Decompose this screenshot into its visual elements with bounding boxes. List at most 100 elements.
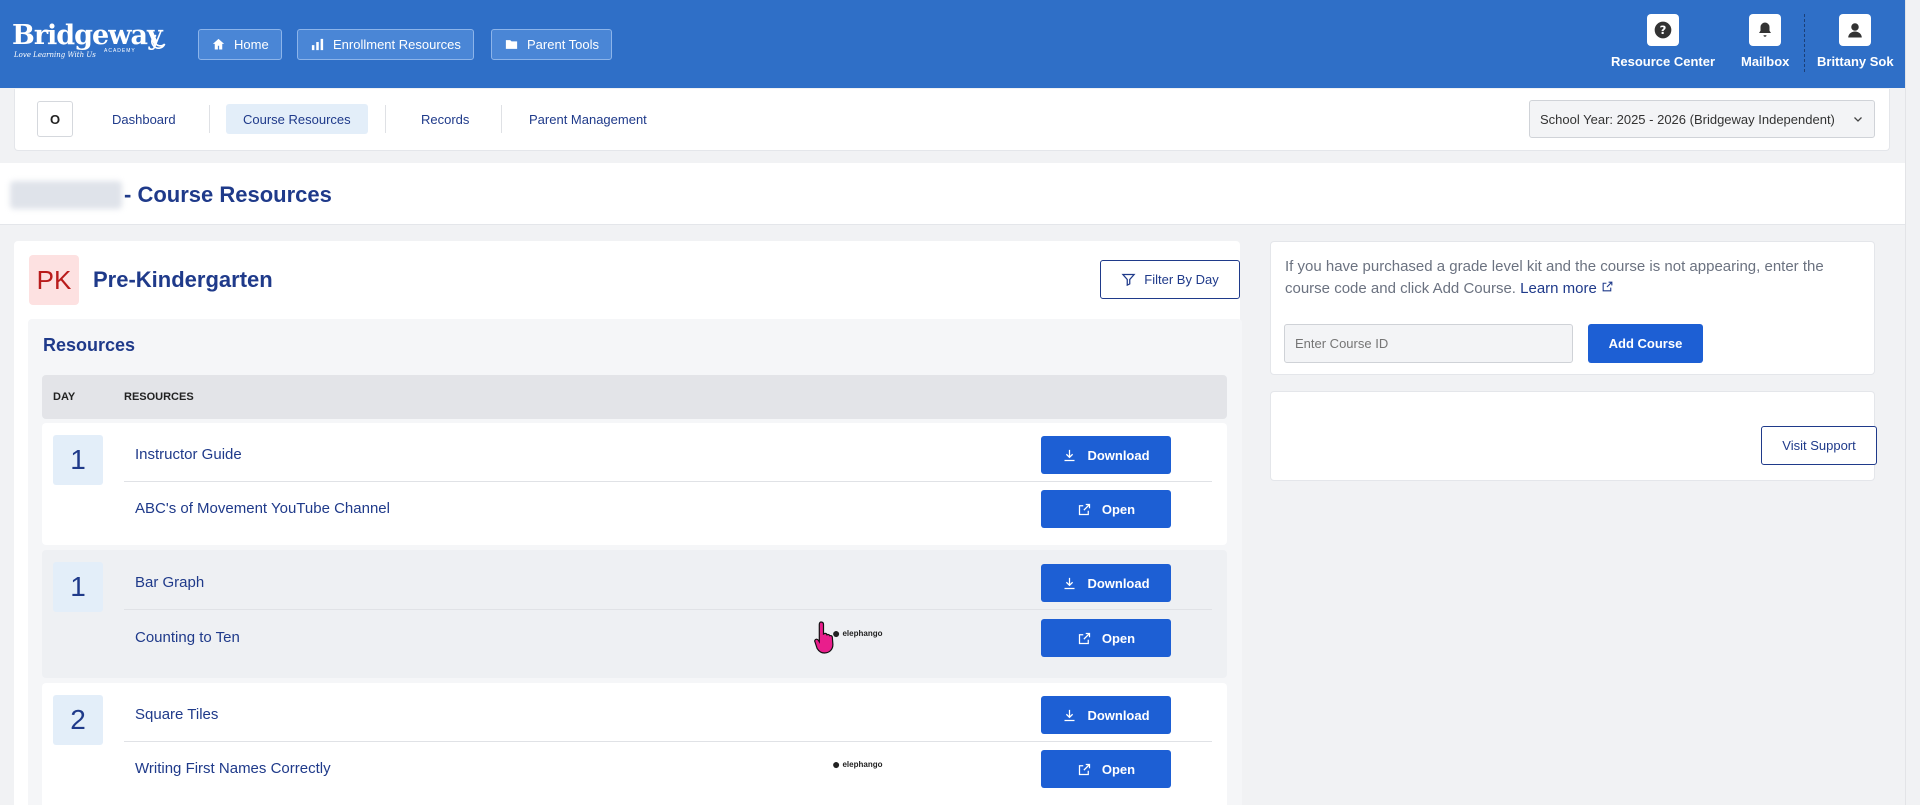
filter-by-day-button[interactable]: Filter By Day [1100, 260, 1240, 299]
elephango-logo: ● elephango [832, 756, 882, 772]
user-name: Brittany Sok [1817, 54, 1894, 69]
open-button[interactable]: Open [1041, 750, 1171, 788]
sub-navigation: O Dashboard Course Resources Records Par… [14, 89, 1890, 151]
student-initial-button[interactable]: O [37, 101, 73, 137]
download-icon [1064, 577, 1075, 589]
svg-text:?: ? [1660, 23, 1667, 37]
open-button[interactable]: Open [1041, 619, 1171, 657]
tab-divider [209, 105, 210, 133]
add-course-info: If you have purchased a grade level kit … [1285, 256, 1865, 300]
elephango-logo: ● elephango [832, 625, 882, 641]
tab-dashboard[interactable]: Dashboard [95, 104, 193, 134]
tab-divider [501, 105, 502, 133]
day-number: 1 [53, 435, 103, 485]
external-link-icon [1602, 281, 1613, 292]
download-icon [1064, 709, 1075, 721]
download-button[interactable]: Download [1041, 564, 1171, 602]
user-profile-button[interactable]: Brittany Sok [1817, 14, 1894, 69]
tab-divider [385, 105, 386, 133]
add-course-button[interactable]: Add Course [1588, 324, 1703, 363]
mailbox-button[interactable]: Mailbox [1741, 14, 1789, 69]
nav-enrollment-resources-button[interactable]: Enrollment Resources [297, 29, 474, 60]
course-id-input[interactable] [1284, 324, 1573, 363]
visit-support-button[interactable]: Visit Support [1761, 426, 1877, 465]
resource-row: Instructor Guide Download [124, 428, 1212, 482]
school-year-value: School Year: 2025 - 2026 (Bridgeway Inde… [1540, 111, 1835, 127]
hand-cursor-icon [814, 621, 834, 654]
resources-panel: Resources DAY RESOURCES 1 Instructor Gui… [28, 319, 1242, 805]
table-header: DAY RESOURCES [42, 375, 1227, 419]
filter-icon [1121, 273, 1136, 287]
external-link-icon [1078, 763, 1090, 775]
mailbox-label: Mailbox [1741, 54, 1790, 69]
nav-home-label: Home [234, 37, 269, 52]
tab-course-resources[interactable]: Course Resources [226, 104, 368, 134]
column-day: DAY [53, 391, 76, 403]
course-card: PK Pre-Kindergarten Filter By Day Resour… [14, 241, 1242, 805]
logo-text: Bridgeway [12, 20, 163, 51]
partner-logo-text: elephango [842, 628, 883, 638]
support-card: Visit Support [1270, 391, 1877, 481]
scrollbar[interactable] [1905, 0, 1920, 805]
learn-more-link[interactable]: Learn more [1520, 280, 1614, 297]
download-button[interactable]: Download [1041, 696, 1171, 734]
logo-tagline: Love Learning With Us [14, 51, 96, 59]
elephant-icon: ● [832, 756, 841, 772]
resource-row: ABC's of Movement YouTube Channel Open [124, 482, 1212, 536]
moon-icon[interactable] [148, 32, 168, 52]
resource-center-button[interactable]: ? Resource Center [1611, 14, 1715, 69]
add-course-card: If you have purchased a grade level kit … [1270, 241, 1875, 375]
bell-icon [1759, 22, 1772, 37]
nav-parent-tools-button[interactable]: Parent Tools [491, 29, 613, 60]
help-icon: ? [1654, 21, 1672, 39]
resource-row: Counting to Ten ● elephango Open [124, 611, 1212, 665]
nav-home-button[interactable]: Home [198, 29, 282, 60]
download-label: Download [1087, 707, 1150, 723]
day-number: 1 [53, 562, 103, 612]
download-label: Download [1087, 575, 1150, 591]
resources-heading: Resources [43, 335, 136, 355]
bridgeway-logo[interactable]: Bridgeway Love Learning With Us ACADEMY [12, 20, 163, 60]
resource-name[interactable]: Instructor Guide [135, 446, 242, 463]
nav-enrollment-label: Enrollment Resources [333, 37, 461, 52]
resource-name[interactable]: Writing First Names Correctly [135, 760, 331, 777]
open-label: Open [1101, 630, 1136, 646]
resource-row: Bar Graph Download [124, 556, 1212, 610]
external-link-icon [1078, 503, 1090, 515]
logo-academy: ACADEMY [104, 48, 136, 54]
download-button[interactable]: Download [1041, 436, 1171, 474]
nav-parent-tools-label: Parent Tools [527, 37, 600, 52]
school-year-select[interactable]: School Year: 2025 - 2026 (Bridgeway Inde… [1529, 100, 1875, 138]
user-icon [1848, 23, 1863, 38]
resource-row: Square Tiles Download [124, 688, 1212, 742]
download-icon [1064, 449, 1075, 461]
redacted-student-name [10, 181, 122, 209]
folder-icon [505, 40, 518, 49]
day-number: 2 [53, 695, 103, 745]
grade-badge: PK [29, 255, 79, 305]
resource-name[interactable]: Counting to Ten [135, 629, 240, 646]
day-group: 1 Bar Graph Download Counting to Ten ● e… [42, 550, 1227, 678]
resource-name[interactable]: Square Tiles [135, 706, 218, 723]
resource-name[interactable]: ABC's of Movement YouTube Channel [135, 500, 390, 517]
open-button[interactable]: Open [1041, 490, 1171, 528]
day-group: 1 Instructor Guide Download ABC's of Mov… [42, 423, 1227, 545]
top-header: Bridgeway Love Learning With Us ACADEMY … [0, 0, 1905, 88]
chevron-down-icon [1854, 117, 1862, 122]
resource-row: Writing First Names Correctly ● elephang… [124, 742, 1212, 796]
home-icon [212, 38, 225, 50]
column-resources: RESOURCES [124, 391, 194, 403]
open-label: Open [1101, 501, 1136, 517]
resource-name[interactable]: Bar Graph [135, 574, 204, 591]
partner-logo-text: elephango [842, 759, 883, 769]
page-title-band: - Course Resources [0, 163, 1905, 225]
open-label: Open [1101, 761, 1136, 777]
tab-parent-management[interactable]: Parent Management [512, 104, 664, 134]
learn-more-label: Learn more [1520, 280, 1597, 297]
download-label: Download [1087, 447, 1150, 463]
external-link-icon [1078, 632, 1090, 644]
grade-name: Pre-Kindergarten [93, 267, 273, 292]
tab-records[interactable]: Records [404, 104, 486, 134]
header-divider [1804, 14, 1805, 72]
bar-chart-icon [311, 38, 324, 51]
